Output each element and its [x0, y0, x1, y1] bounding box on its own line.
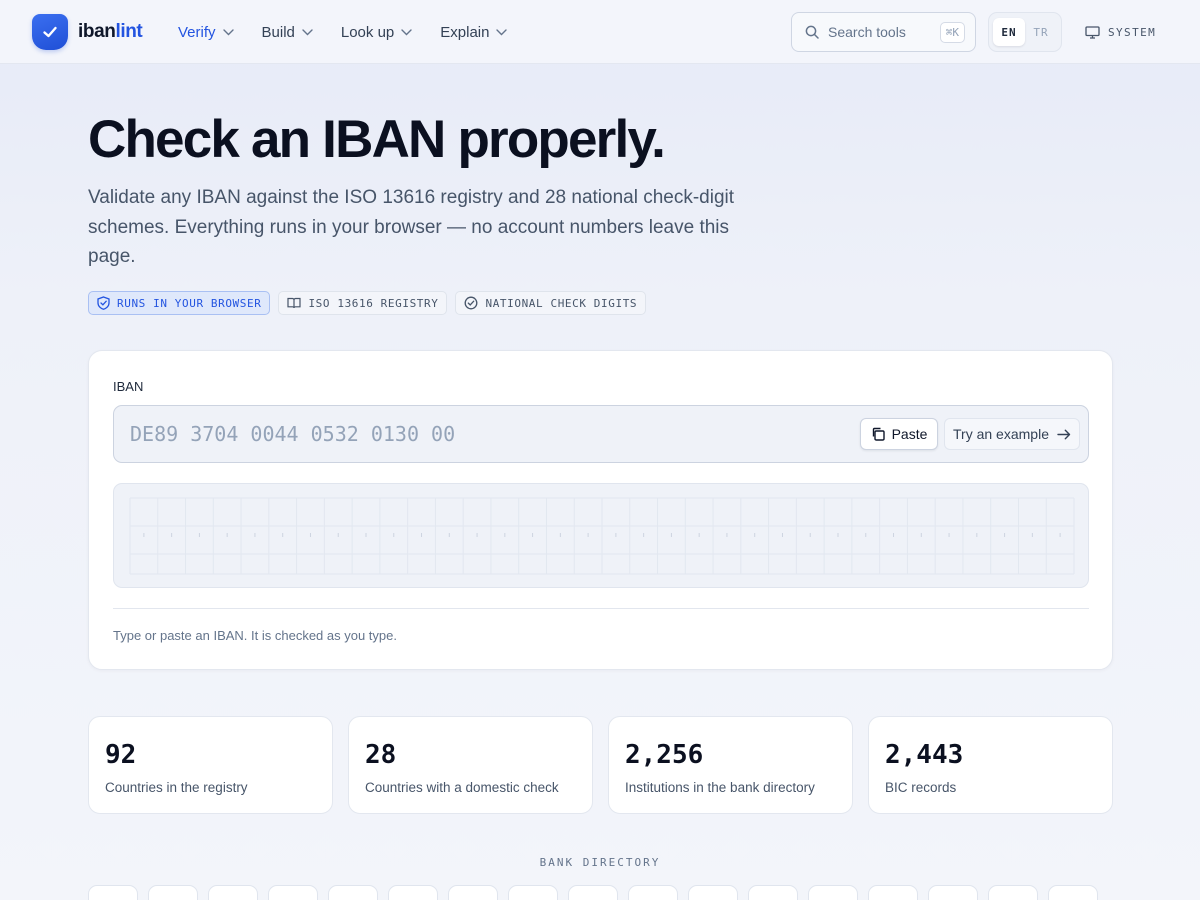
character-grid-lines	[129, 497, 1075, 575]
iban-checker-card: IBAN Paste Try an example Type or paste …	[88, 350, 1113, 670]
chevron-down-icon	[302, 28, 313, 35]
logo-wordmark: ibanlint	[78, 21, 143, 42]
top-bar: ibanlint Verify Build Look up Explain ⌘K…	[0, 0, 1200, 64]
theme-label: SYSTEM	[1108, 25, 1157, 39]
page-title: Check an IBAN properly.	[88, 110, 666, 169]
iban-character-grid	[113, 483, 1089, 588]
bank-directory-tile[interactable]	[988, 885, 1038, 900]
copy-icon	[872, 427, 885, 441]
search-icon	[805, 25, 819, 39]
lang-en[interactable]: EN	[993, 18, 1025, 46]
iban-input[interactable]	[130, 406, 830, 462]
stat-card-institutions: 2,256 Institutions in the bank directory	[608, 716, 853, 814]
badge-iso-registry-label: ISO 13616 REGISTRY	[308, 296, 439, 310]
stat-card-registry-countries: 92 Countries in the registry	[88, 716, 333, 814]
badge-runs-in-browser-label: RUNS IN YOUR BROWSER	[117, 296, 262, 310]
bank-directory-tile[interactable]	[748, 885, 798, 900]
bank-directory-tile[interactable]	[448, 885, 498, 900]
bank-directory-tile[interactable]	[508, 885, 558, 900]
nav-look-up[interactable]: Look up	[341, 24, 412, 41]
stat-label: Countries in the registry	[105, 780, 248, 795]
language-switcher: EN TR	[988, 12, 1062, 52]
bank-directory-tile[interactable]	[268, 885, 318, 900]
chevron-down-icon	[401, 28, 412, 35]
check-circle-icon	[465, 296, 478, 310]
bank-directory-tile[interactable]	[1048, 885, 1098, 900]
bank-directory-tile[interactable]	[88, 885, 138, 900]
stat-label: Countries with a domestic check	[365, 780, 559, 795]
paste-button-label: Paste	[891, 426, 928, 442]
badge-national-check-digits: NATIONAL CHECK DIGITS	[455, 291, 647, 315]
badge-national-check-digits-label: NATIONAL CHECK DIGITS	[485, 296, 638, 310]
bank-directory-tile[interactable]	[688, 885, 738, 900]
lang-tr[interactable]: TR	[1025, 18, 1057, 46]
stat-value: 2,443	[885, 740, 964, 770]
chevron-down-icon	[222, 28, 234, 35]
bank-directory-tile[interactable]	[928, 885, 978, 900]
nav-explain[interactable]: Explain	[440, 23, 508, 41]
iban-input-box: Paste Try an example	[113, 405, 1089, 463]
nav-build[interactable]: Build	[262, 24, 313, 41]
bank-directory-row	[88, 885, 1118, 900]
search-shortcut-badge: ⌘K	[939, 21, 965, 43]
nav-verify-label: Verify	[178, 23, 216, 41]
shield-check-logo-icon	[32, 14, 68, 50]
bank-directory-tile[interactable]	[328, 885, 378, 900]
input-hint: Type or paste an IBAN. It is checked as …	[113, 628, 397, 643]
stat-card-bic-records: 2,443 BIC records	[868, 716, 1113, 814]
bank-directory-tile[interactable]	[208, 885, 258, 900]
badge-runs-in-browser: RUNS IN YOUR BROWSER	[88, 291, 271, 315]
page-subtitle: Validate any IBAN against the ISO 13616 …	[88, 187, 735, 267]
shield-check-icon	[97, 296, 110, 310]
stat-label: Institutions in the bank directory	[625, 780, 815, 795]
arrow-right-icon	[1057, 429, 1071, 439]
chevron-down-icon	[496, 28, 508, 35]
try-example-label: Try an example	[953, 426, 1049, 442]
theme-toggle[interactable]: SYSTEM	[1085, 22, 1156, 42]
bank-directory-tile[interactable]	[628, 885, 678, 900]
stat-value: 2,256	[625, 740, 704, 770]
stat-card-domestic-check: 28 Countries with a domestic check	[348, 716, 593, 814]
stat-value: 28	[365, 740, 397, 770]
bank-directory-tile[interactable]	[808, 885, 858, 900]
bank-directory-tile[interactable]	[388, 885, 438, 900]
bank-directory-heading: BANK DIRECTORY	[539, 856, 661, 869]
nav-build-label: Build	[261, 23, 295, 41]
logo[interactable]: ibanlint	[32, 14, 143, 50]
nav-explain-label: Explain	[440, 23, 490, 41]
paste-button[interactable]: Paste	[860, 418, 938, 450]
iban-field-label: IBAN	[113, 379, 144, 394]
bank-directory-tile[interactable]	[868, 885, 918, 900]
nav-verify[interactable]: Verify	[178, 24, 234, 41]
badge-iso-registry: ISO 13616 REGISTRY	[278, 291, 448, 315]
stat-label: BIC records	[885, 780, 957, 795]
main-nav: Verify Build Look up Explain	[178, 0, 535, 64]
monitor-icon	[1085, 25, 1100, 39]
nav-look-up-label: Look up	[340, 23, 395, 41]
feature-badges: RUNS IN YOUR BROWSER ISO 13616 REGISTRY …	[88, 291, 654, 315]
bank-directory-tile[interactable]	[568, 885, 618, 900]
bank-directory-tile[interactable]	[148, 885, 198, 900]
card-divider	[113, 608, 1089, 609]
book-icon	[287, 297, 302, 309]
search-box[interactable]: ⌘K	[791, 12, 976, 52]
stat-value: 92	[105, 740, 137, 770]
search-input[interactable]	[828, 24, 940, 40]
try-example-button[interactable]: Try an example	[944, 418, 1080, 450]
